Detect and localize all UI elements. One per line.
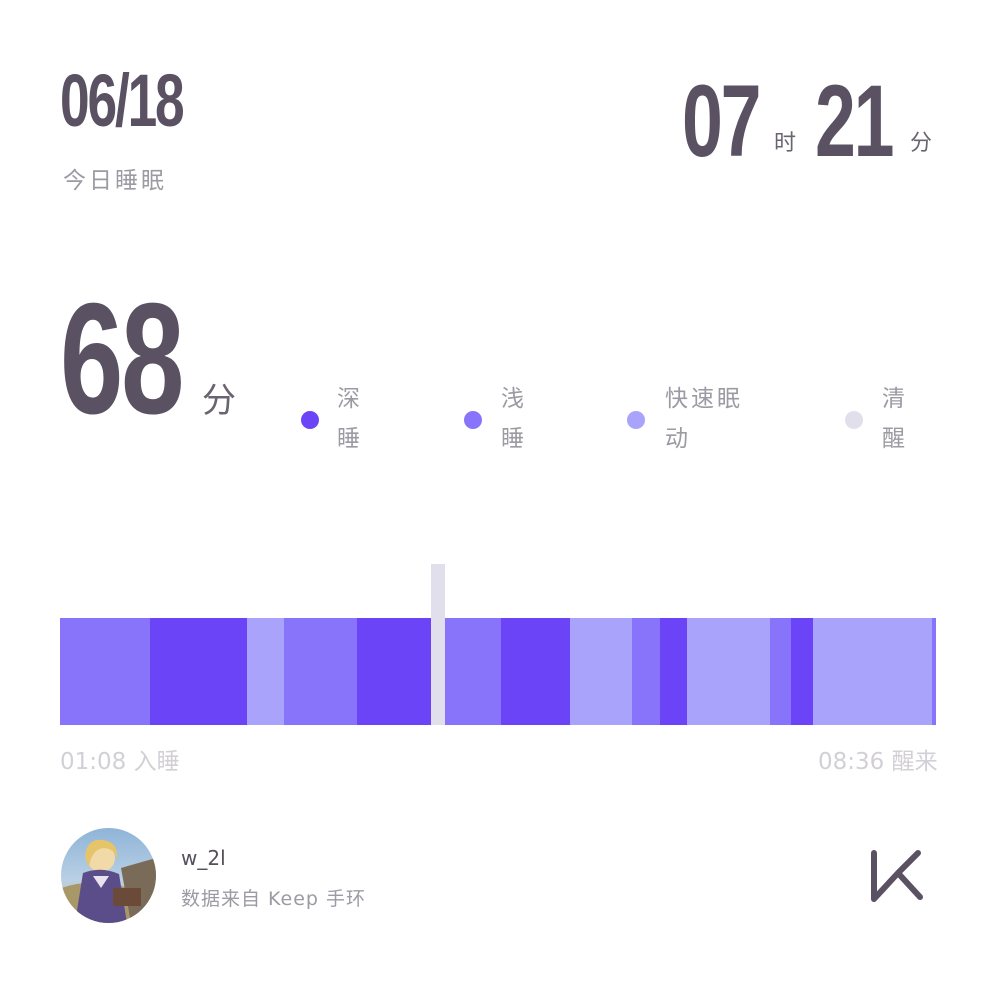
data-source: 数据来自 Keep 手环	[181, 888, 367, 910]
duration-hours: 07	[682, 64, 762, 178]
timeline-segment-deep	[791, 618, 814, 725]
timeline-segment-rem	[569, 618, 633, 725]
avatar-image	[61, 828, 156, 923]
date: 06/18	[60, 59, 185, 142]
avatar[interactable]	[61, 828, 156, 923]
timeline-segment-deep	[500, 618, 571, 725]
legend-label-light: 浅睡	[501, 386, 527, 452]
score-unit: 分	[202, 381, 236, 421]
legend-dot-rem	[627, 411, 645, 429]
duration-minutes: 21	[815, 64, 895, 178]
sleep-timeline	[60, 618, 937, 725]
timeline-segment-deep	[660, 618, 688, 725]
timeline-segment-deep	[356, 618, 432, 725]
legend-label-deep: 深睡	[337, 386, 363, 452]
legend-label-rem: 快速眠动	[665, 386, 743, 452]
timeline-segment-light	[60, 618, 151, 725]
timeline-segment-light	[932, 618, 937, 725]
username: w_2l	[181, 846, 226, 870]
legend-dot-deep	[301, 411, 319, 429]
legend-label-awake: 清醒	[882, 386, 908, 452]
timeline-segment-rem	[813, 618, 933, 725]
timeline-segment-light	[284, 618, 358, 725]
timeline-segment-rem	[247, 618, 285, 725]
timeline-segment-rem	[687, 618, 771, 725]
awake-marker	[430, 564, 445, 725]
legend-dot-light	[464, 411, 482, 429]
timeline-segment-light	[444, 618, 502, 725]
timeline-segment-light	[769, 618, 792, 725]
sleep-start-time: 01:08 入睡	[60, 749, 180, 775]
timeline-segment-deep	[150, 618, 248, 725]
legend-dot-awake	[845, 411, 863, 429]
date-label: 今日睡眠	[63, 168, 167, 194]
minutes-unit: 分	[910, 131, 933, 156]
timeline-segment-light	[632, 618, 661, 725]
wake-time: 08:36 醒来	[818, 749, 938, 775]
sleep-score: 68	[60, 271, 184, 447]
hours-unit: 时	[774, 131, 797, 156]
keep-logo-icon	[868, 849, 926, 905]
